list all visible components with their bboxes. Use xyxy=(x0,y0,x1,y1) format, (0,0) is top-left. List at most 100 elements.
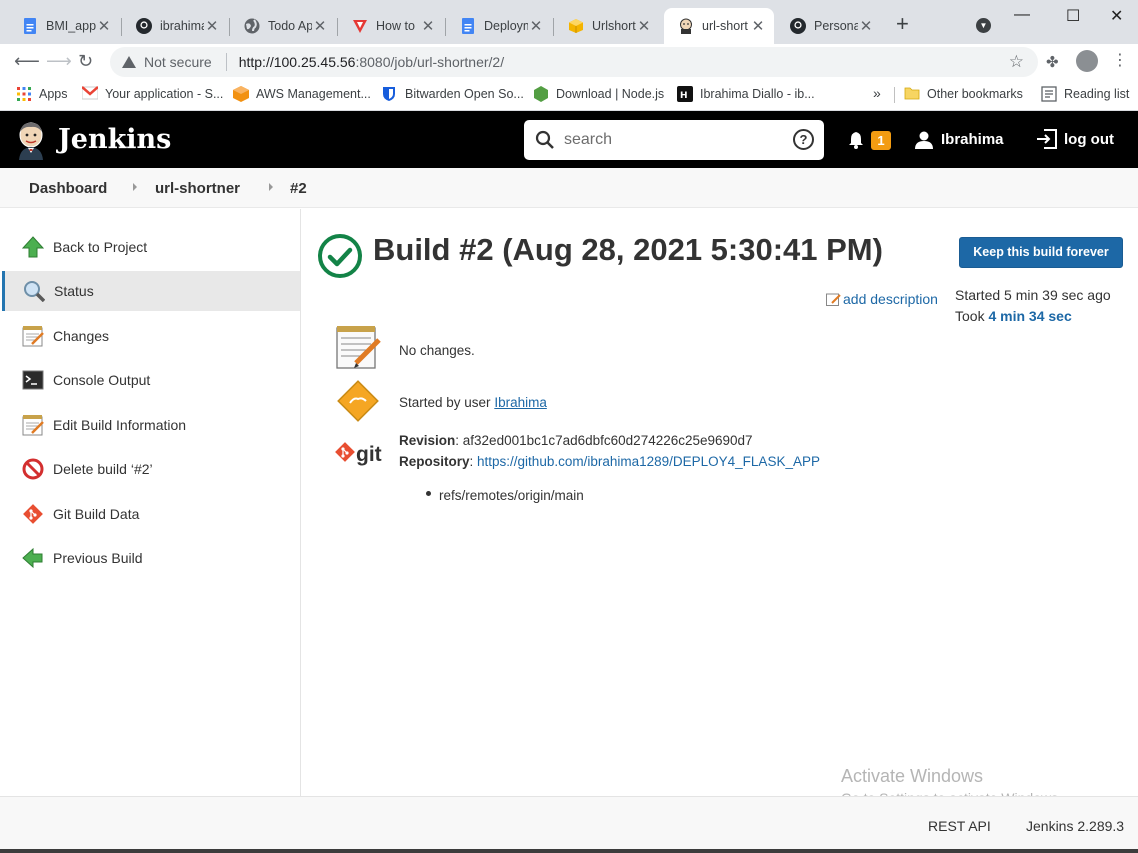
browser-tab[interactable]: BMI_app ✕ xyxy=(8,8,120,44)
sidebar-item-changes[interactable]: Changes xyxy=(2,316,300,356)
repository-url-link[interactable]: https://github.com/ibrahima1289/DEPLOY4_… xyxy=(477,454,820,469)
note-pencil-icon xyxy=(826,292,841,306)
bookmark-label: Download | Node.js xyxy=(556,87,665,101)
bookmark-item[interactable]: H Ibrahima Diallo - ib... xyxy=(677,86,815,102)
minimize-icon[interactable]: — xyxy=(1014,6,1030,24)
started-by-prefix: Started by user xyxy=(399,395,495,410)
browser-tab[interactable]: Personal ✕ xyxy=(776,8,882,44)
username-link[interactable]: Ibrahima xyxy=(941,131,1004,148)
other-bookmarks[interactable]: Other bookmarks xyxy=(904,86,1023,102)
breadcrumb-chevron-icon[interactable] xyxy=(133,183,137,191)
close-icon[interactable]: ✕ xyxy=(204,17,220,35)
tab-label: Deploym xyxy=(484,19,528,33)
profile-avatar[interactable] xyxy=(1076,50,1098,72)
started-by-user-link[interactable]: Ibrahima xyxy=(494,395,547,410)
sidebar-item-label: Status xyxy=(54,283,94,299)
started-time: Started 5 min 39 sec ago xyxy=(955,287,1111,303)
breadcrumb-build[interactable]: #2 xyxy=(290,180,307,197)
breadcrumb-chevron-icon[interactable] xyxy=(269,183,273,191)
sidebar-item-git-build-data[interactable]: Git Build Data xyxy=(2,494,300,534)
new-tab-button[interactable]: + xyxy=(896,13,909,35)
extensions-puzzle-icon[interactable]: ✤ xyxy=(1046,53,1059,71)
browser-tab[interactable]: How to ✕ xyxy=(338,8,444,44)
sidebar-item-status[interactable]: Status xyxy=(2,271,300,311)
globe-icon xyxy=(244,18,260,34)
window-close-icon[interactable]: ✕ xyxy=(1110,6,1123,26)
git-logo-text: git xyxy=(356,443,382,466)
rest-api-link[interactable]: REST API xyxy=(928,818,991,834)
sidebar-item-previous-build[interactable]: Previous Build xyxy=(2,538,300,578)
search-input[interactable] xyxy=(564,120,784,160)
url-host: http://100.25.45.56 xyxy=(238,54,356,70)
jenkins-title[interactable]: Jenkins xyxy=(58,124,171,155)
user-hand-icon xyxy=(334,377,382,425)
up-arrow-icon xyxy=(21,236,45,258)
tab-label: Urlshort xyxy=(592,19,636,33)
back-arrow-icon[interactable]: ⟵ xyxy=(14,51,40,71)
notepad-icon xyxy=(22,414,44,436)
omnibox-divider xyxy=(225,53,227,71)
bookmark-apps[interactable]: Apps xyxy=(16,86,68,102)
sidebar-item-back-to-project[interactable]: Back to Project xyxy=(2,227,300,267)
browser-tab[interactable]: Todo Ap ✕ xyxy=(230,8,336,44)
logout-icon[interactable] xyxy=(1036,129,1058,149)
logout-link[interactable]: log out xyxy=(1064,131,1114,148)
repository-label: Repository xyxy=(399,454,470,469)
sidebar-item-delete-build[interactable]: Delete build ‘#2’ xyxy=(2,449,300,489)
browser-tab-active[interactable]: url-short ✕ xyxy=(664,8,774,44)
tab-search-icon[interactable]: ▼ xyxy=(976,18,991,33)
bookmark-label: Ibrahima Diallo - ib... xyxy=(700,87,815,101)
close-icon[interactable]: ✕ xyxy=(312,17,328,35)
notification-count-badge[interactable]: 1 xyxy=(871,131,891,150)
jenkins-logo-icon[interactable] xyxy=(16,120,46,160)
address-bar[interactable]: Not secure http://100.25.45.56:8080/job/… xyxy=(110,47,1038,77)
tab-label: Personal xyxy=(814,19,858,33)
sidebar-item-console-output[interactable]: Console Output xyxy=(2,360,300,400)
list-item: refs/remotes/origin/main xyxy=(439,488,584,503)
bookmark-item[interactable]: Bitwarden Open So... xyxy=(382,86,524,102)
reading-list[interactable]: Reading list xyxy=(1041,86,1129,102)
breadcrumb-job[interactable]: url-shortner xyxy=(155,180,240,197)
breadcrumb-dashboard[interactable]: Dashboard xyxy=(29,180,107,197)
help-icon[interactable]: ? xyxy=(793,129,814,150)
bookmark-star-icon[interactable]: ☆ xyxy=(1009,52,1024,72)
bookmark-item[interactable]: Download | Node.js xyxy=(533,86,664,102)
jenkins-version-link[interactable]: Jenkins 2.289.3 xyxy=(1026,818,1124,834)
bookmark-label: Apps xyxy=(39,87,68,101)
bookmark-item[interactable]: AWS Management... xyxy=(233,86,371,102)
keep-build-forever-button[interactable]: Keep this build forever xyxy=(959,237,1123,268)
sidebar-item-label: Previous Build xyxy=(53,550,143,566)
close-icon[interactable]: ✕ xyxy=(750,17,766,35)
chrome-menu-icon[interactable]: ⋮ xyxy=(1112,50,1128,70)
close-icon[interactable]: ✕ xyxy=(636,17,652,35)
browser-toolbar: ⟵ ⟶ ↻ Not secure http://100.25.45.56:808… xyxy=(0,44,1138,79)
started-by: Started by user Ibrahima xyxy=(399,395,547,410)
add-description-link[interactable]: add description xyxy=(826,291,938,307)
duration-link[interactable]: 4 min 34 sec xyxy=(988,308,1071,324)
close-icon[interactable]: ✕ xyxy=(96,17,112,35)
browser-tab[interactable]: Deploym ✕ xyxy=(446,8,552,44)
svg-text:H: H xyxy=(680,91,688,101)
forward-arrow-icon[interactable]: ⟶ xyxy=(46,51,72,71)
close-icon[interactable]: ✕ xyxy=(858,17,874,35)
bookmark-item[interactable]: Your application - S... xyxy=(81,86,223,102)
bookmarks-divider xyxy=(894,87,895,103)
maximize-icon[interactable]: ☐ xyxy=(1066,6,1080,26)
close-icon[interactable]: ✕ xyxy=(528,17,544,35)
nodejs-icon xyxy=(533,86,549,102)
bell-icon[interactable] xyxy=(848,131,864,149)
folder-icon xyxy=(904,86,920,102)
close-icon[interactable]: ✕ xyxy=(420,17,436,35)
tab-label: How to xyxy=(376,19,415,33)
git-logo: git xyxy=(334,441,382,469)
github-icon xyxy=(136,18,152,34)
revision-label: Revision xyxy=(399,433,456,448)
sidebar-item-label: Changes xyxy=(53,328,110,344)
sidebar-item-edit-build-information[interactable]: Edit Build Information xyxy=(2,405,300,445)
notepad-icon xyxy=(334,323,382,371)
reload-icon[interactable]: ↻ xyxy=(78,51,93,71)
browser-tab[interactable]: ibrahima ✕ xyxy=(122,8,228,44)
more-bookmarks-chevron-icon[interactable]: » xyxy=(873,85,881,101)
browser-tab[interactable]: Urlshort ✕ xyxy=(554,8,660,44)
other-bookmarks-label: Other bookmarks xyxy=(927,87,1023,101)
